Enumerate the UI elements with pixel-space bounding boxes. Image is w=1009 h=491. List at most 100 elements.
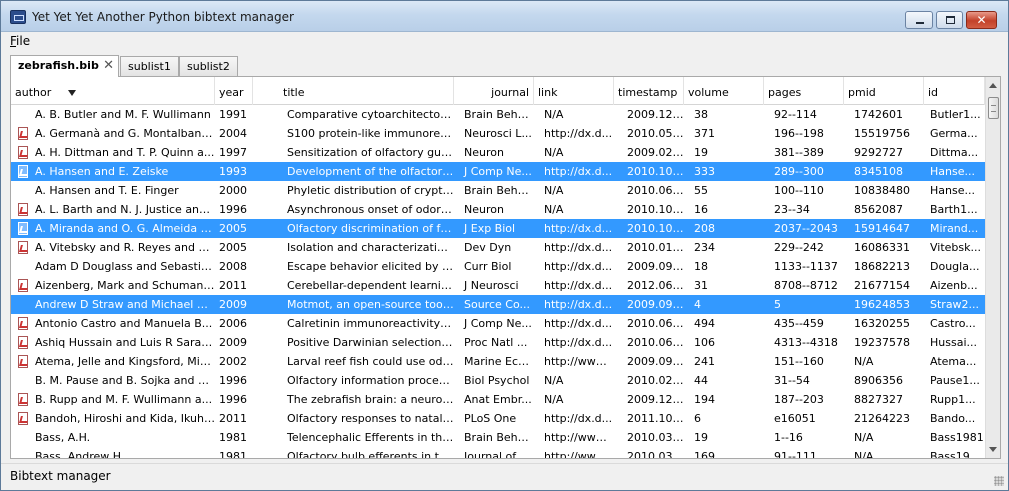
tab-sublist2[interactable]: sublist2 [179,56,238,76]
maximize-icon [946,16,955,24]
cell-author: Bandoh, Hiroshi and Kida, Ikuhi... [35,412,215,425]
bibtex-table[interactable]: author year title journal link timestamp… [10,76,1001,459]
cell-volume: 194 [694,393,715,406]
cell-link: http://dx.d... [544,165,613,178]
column-header-id[interactable]: id [924,77,985,105]
menu-file[interactable]: File [10,34,30,48]
column-header-link[interactable]: link [534,77,614,105]
close-button[interactable]: ✕ [966,11,997,29]
table-header: author year title journal link timestamp… [11,77,985,105]
cell-volume: 19 [694,146,708,159]
table-row[interactable]: A. L. Barth and N. J. Justice and ... 199… [11,200,985,219]
cell-journal: Brain Beha... [464,108,534,121]
cell-journal: Curr Biol [464,260,512,273]
cell-volume: 19 [694,431,708,444]
table-row[interactable]: Bass, A.H. 1981 Telencephalic Efferents in… [11,428,985,447]
vertical-scrollbar[interactable] [985,77,1000,458]
tab-zebrafish-bib[interactable]: zebrafish.bib ✕ [10,55,119,77]
cell-title: Olfactory bulb efferents in the ch... [287,450,454,459]
column-header-title[interactable]: title [253,77,454,105]
sort-descending-icon [68,90,76,96]
cell-link: http://www... [544,450,614,459]
cell-timestamp: 2010.10.04 [627,203,684,216]
cell-author: A. Hansen and T. E. Finger [35,184,179,197]
table-row[interactable]: Bass, Andrew H. 1981 Olfactory bulb effere… [11,447,985,459]
cell-year: 1996 [219,203,247,216]
cell-journal: J Exp Biol [464,222,516,235]
table-row[interactable]: Ashiq Hussain and Luis R Saraiv... 2009 Po… [11,333,985,352]
column-header-label: pages [768,86,802,99]
maximize-button[interactable] [936,11,963,29]
table-row[interactable]: A. B. Butler and M. F. Wullimann 1991 Comp… [11,105,985,124]
column-header-pages[interactable]: pages [764,77,844,105]
window-title: Yet Yet Yet Another Python bibtext manag… [32,10,294,24]
column-header-journal[interactable]: journal [454,77,534,105]
cell-journal: Journal of ... [464,450,531,459]
column-header-label: title [283,86,305,99]
title-bar[interactable]: Yet Yet Yet Another Python bibtext manag… [1,1,1008,32]
cell-pmid: 10838480 [854,184,910,197]
column-header-volume[interactable]: volume [684,77,764,105]
cell-pages: 92--114 [774,108,817,121]
cell-journal: Dev Dyn [464,241,512,254]
cell-author: Adam D Douglass and Sebastia... [35,260,215,273]
cell-title: Telencephalic Efferents in the Cha... [287,431,454,444]
cell-title: Olfactory discrimination of femal... [287,222,454,235]
cell-author: A. H. Dittman and T. P. Quinn a... [35,146,215,159]
scroll-up-icon[interactable] [989,83,997,88]
table-row[interactable]: A. Miranda and O. G. Almeida a... 2005 Olf… [11,219,985,238]
column-header-author[interactable]: author [11,77,215,105]
column-header-timestamp[interactable]: timestamp [614,77,684,105]
cell-pmid: 9292727 [854,146,903,159]
table-row[interactable]: Andrew D Straw and Michael H ... 2009 Motm… [11,295,985,314]
cell-pmid: 8345108 [854,165,903,178]
cell-year: 1981 [219,431,247,444]
table-row[interactable]: Antonio Castro and Manuela B... 2006 Calre… [11,314,985,333]
cell-author: Andrew D Straw and Michael H ... [35,298,215,311]
table-row[interactable]: Aizenberg, Mark and Schuman,... 2011 Cereb… [11,276,985,295]
table-row[interactable]: Bandoh, Hiroshi and Kida, Ikuhi... 2011 Ol… [11,409,985,428]
cell-id: Dougla... [930,260,980,273]
cell-id: Barth1... [930,203,978,216]
table-row[interactable]: Atema, Jelle and Kingsford, Mic... 2002 La… [11,352,985,371]
cell-journal: J Neurosci [464,279,519,292]
cell-timestamp: 2010.10.20 [627,165,684,178]
cell-pages: 1--16 [774,431,803,444]
cell-link: http://dx.d... [544,298,613,311]
cell-author: Bass, A.H. [35,431,91,444]
cell-id: Pause1... [930,374,980,387]
cell-timestamp: 2009.12.14 [627,393,684,406]
cell-title: Escape behavior elicited by single,... [287,260,454,273]
resize-grip-icon[interactable] [994,476,1004,486]
cell-timestamp: 2010.10.21 [627,222,684,235]
tab-close-icon[interactable]: ✕ [103,58,114,73]
cell-volume: 38 [694,108,708,121]
cell-year: 1991 [219,108,247,121]
scrollbar-thumb[interactable] [988,97,999,119]
table-row[interactable]: A. Vitebsky and R. Reyes and M... 2005 Iso… [11,238,985,257]
cell-pmid: 1742601 [854,108,903,121]
column-header-pmid[interactable]: pmid [844,77,924,105]
scroll-down-icon[interactable] [989,447,997,452]
table-row[interactable]: A. H. Dittman and T. P. Quinn a... 1997 Se… [11,143,985,162]
cell-pmid: N/A [854,431,874,444]
table-row[interactable]: Adam D Douglass and Sebastia... 2008 Escap… [11,257,985,276]
tab-sublist1[interactable]: sublist1 [120,56,179,76]
minimize-button[interactable] [905,11,933,29]
column-header-year[interactable]: year [215,77,253,105]
table-row[interactable]: A. Germanà and G. Montalbano... 2004 S100 … [11,124,985,143]
tab-label: sublist2 [187,60,230,73]
cell-title: Phyletic distribution of crypt-type... [287,184,454,197]
table-row[interactable]: A. Hansen and T. E. Finger 2000 Phyletic d… [11,181,985,200]
cell-id: Aizenb... [930,279,978,292]
table-row[interactable]: B. M. Pause and B. Sojka and K.... 1996 Ol… [11,371,985,390]
cell-timestamp: 2009.12.14 [627,108,684,121]
table-row[interactable]: A. Hansen and E. Zeiske 1993 Development o… [11,162,985,181]
cell-volume: 31 [694,279,708,292]
cell-year: 2004 [219,127,247,140]
cell-id: Straw2... [930,298,980,311]
table-row[interactable]: B. Rupp and M. F. Wullimann a... 1996 The … [11,390,985,409]
cell-title: The zebrafish brain: a neuroanato... [287,393,454,406]
cell-timestamp: 2010.06.02 [627,317,684,330]
cell-volume: 241 [694,355,715,368]
